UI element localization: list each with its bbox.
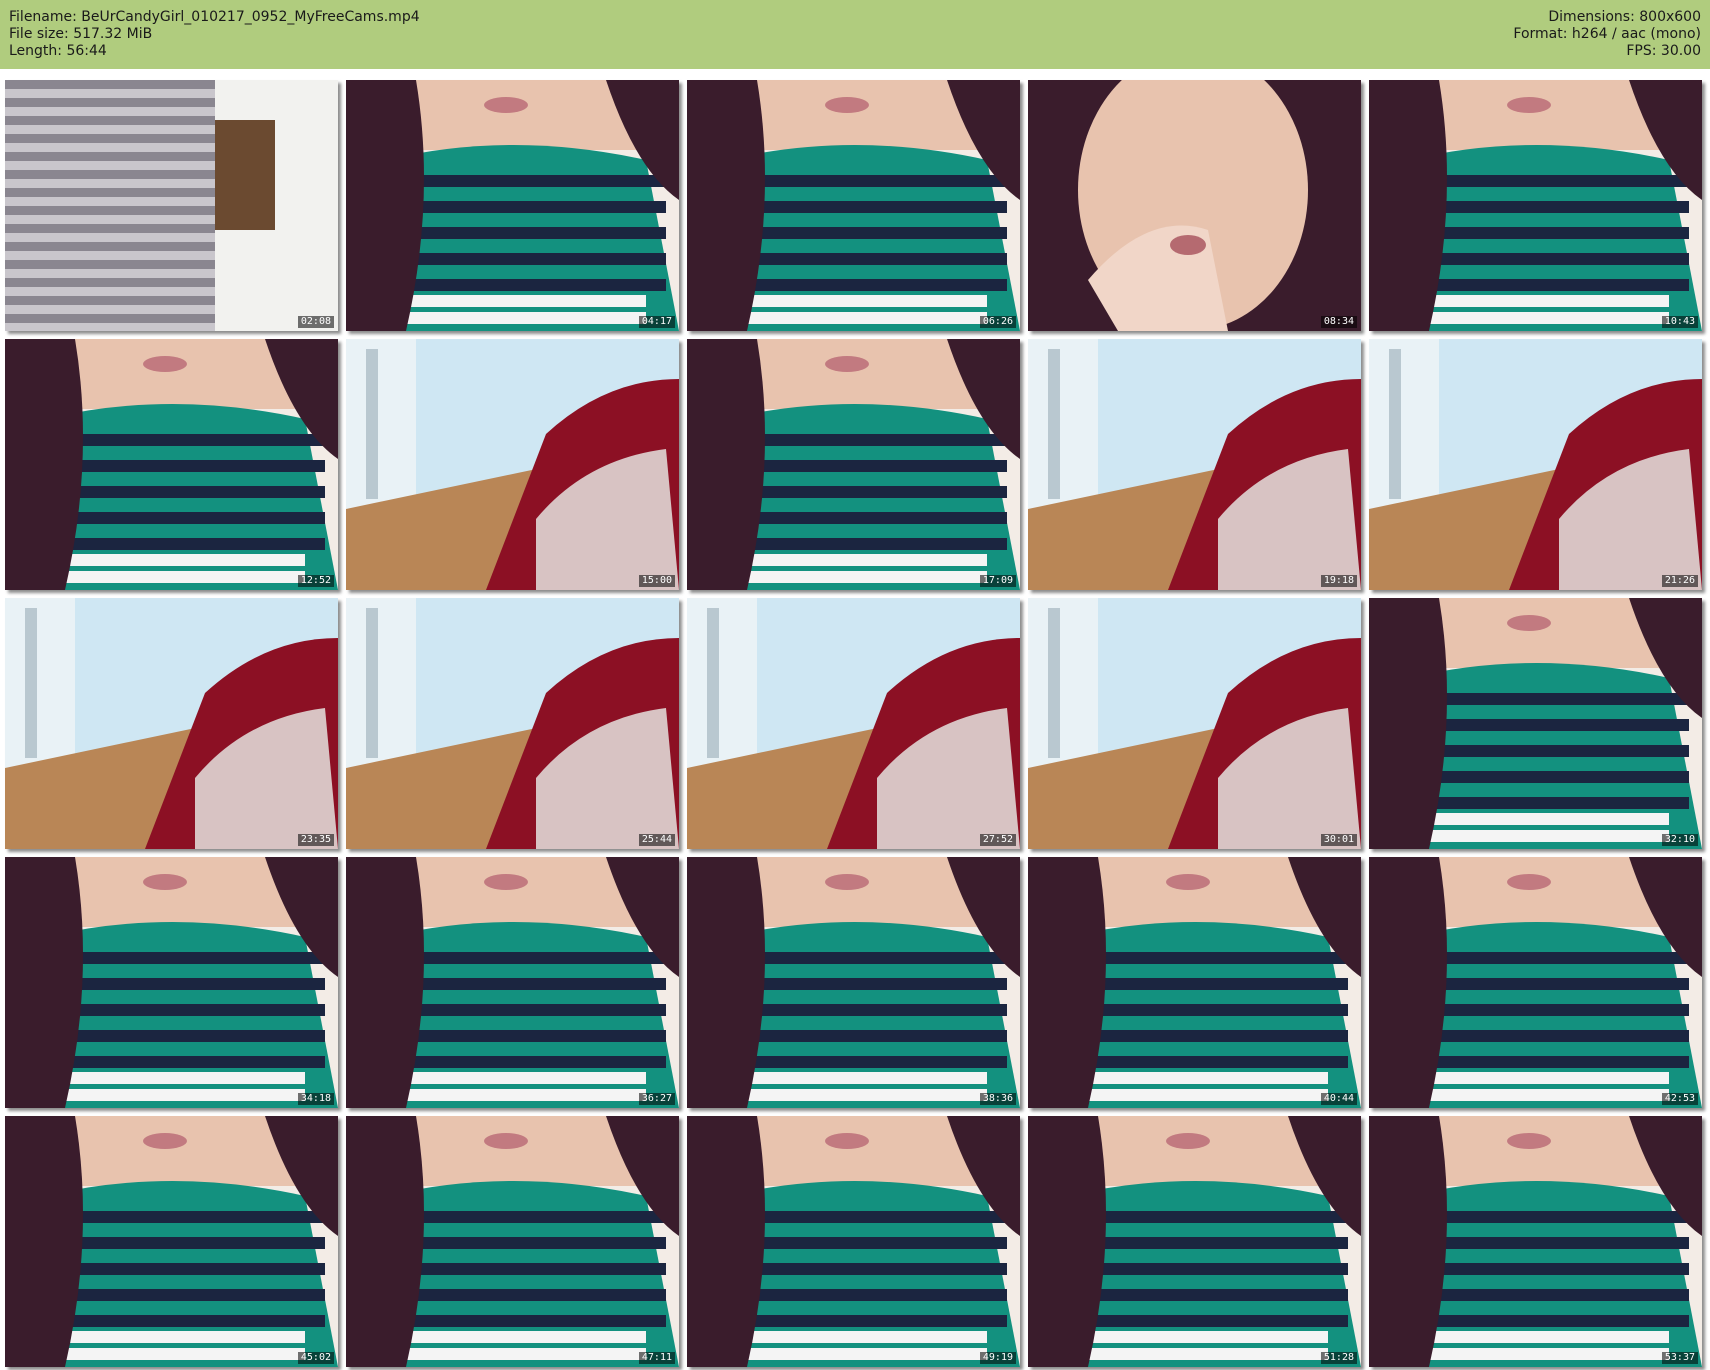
thumbnail-frame-image [1369, 339, 1702, 590]
thumbnail-frame-image [687, 339, 1020, 590]
thumbnail-frame-image [5, 598, 338, 849]
video-thumbnail[interactable]: 08:34 [1028, 80, 1361, 331]
timestamp-label: 19:18 [1320, 575, 1357, 587]
timestamp-label: 49:19 [979, 1352, 1016, 1364]
timestamp-label: 06:26 [979, 316, 1016, 328]
timestamp-label: 27:52 [979, 834, 1016, 846]
file-info-left: Filename: BeUrCandyGirl_010217_0952_MyFr… [9, 9, 420, 60]
thumbnail-frame-image [687, 80, 1020, 331]
timestamp-label: 17:09 [979, 575, 1016, 587]
video-thumbnail[interactable]: 21:26 [1369, 339, 1702, 590]
thumbnail-frame-image [687, 598, 1020, 849]
thumbnail-frame-image [687, 857, 1020, 1108]
video-thumbnail[interactable]: 30:01 [1028, 598, 1361, 849]
thumbnail-frame-image [1028, 857, 1361, 1108]
timestamp-label: 53:37 [1661, 1352, 1698, 1364]
video-thumbnail[interactable]: 51:28 [1028, 1116, 1361, 1367]
thumbnail-frame-image [5, 80, 338, 331]
fps-text: FPS: 30.00 [1626, 43, 1701, 59]
video-thumbnail[interactable]: 10:43 [1369, 80, 1702, 331]
video-thumbnail[interactable]: 40:44 [1028, 857, 1361, 1108]
thumbnail-frame-image [1369, 80, 1702, 331]
video-thumbnail[interactable]: 38:36 [687, 857, 1020, 1108]
info-header: Filename: BeUrCandyGirl_010217_0952_MyFr… [0, 0, 1710, 69]
timestamp-label: 42:53 [1661, 1093, 1698, 1105]
timestamp-label: 32:10 [1661, 834, 1698, 846]
timestamp-label: 23:35 [297, 834, 334, 846]
timestamp-label: 34:18 [297, 1093, 334, 1105]
timestamp-label: 40:44 [1320, 1093, 1357, 1105]
thumbnail-grid: 02:08 04:17 06:26 08:34 10:43 12:52 15:00 17:09… [5, 80, 1702, 1367]
video-thumbnail[interactable]: 15:00 [346, 339, 679, 590]
thumbnail-frame-image [1028, 598, 1361, 849]
format-text: Format: h264 / aac (mono) [1513, 26, 1701, 42]
timestamp-label: 21:26 [1661, 575, 1698, 587]
thumbnail-frame-image [687, 1116, 1020, 1367]
timestamp-label: 47:11 [638, 1352, 675, 1364]
video-thumbnail[interactable]: 27:52 [687, 598, 1020, 849]
timestamp-label: 38:36 [979, 1093, 1016, 1105]
timestamp-label: 30:01 [1320, 834, 1357, 846]
timestamp-label: 15:00 [638, 575, 675, 587]
timestamp-label: 36:27 [638, 1093, 675, 1105]
video-thumbnail[interactable]: 04:17 [346, 80, 679, 331]
thumbnail-frame-image [346, 598, 679, 849]
timestamp-label: 04:17 [638, 316, 675, 328]
thumbnail-frame-image [1028, 339, 1361, 590]
timestamp-label: 10:43 [1661, 316, 1698, 328]
timestamp-label: 25:44 [638, 834, 675, 846]
video-thumbnail[interactable]: 17:09 [687, 339, 1020, 590]
video-thumbnail[interactable]: 42:53 [1369, 857, 1702, 1108]
timestamp-label: 02:08 [297, 316, 334, 328]
video-thumbnail[interactable]: 19:18 [1028, 339, 1361, 590]
video-thumbnail[interactable]: 06:26 [687, 80, 1020, 331]
filesize-text: File size: 517.32 MiB [9, 26, 153, 42]
video-thumbnail[interactable]: 25:44 [346, 598, 679, 849]
timestamp-label: 12:52 [297, 575, 334, 587]
video-thumbnail[interactable]: 36:27 [346, 857, 679, 1108]
timestamp-label: 08:34 [1320, 316, 1357, 328]
video-thumbnail[interactable]: 32:10 [1369, 598, 1702, 849]
thumbnail-frame-image [346, 1116, 679, 1367]
length-text: Length: 56:44 [9, 43, 107, 59]
thumbnail-frame-image [5, 857, 338, 1108]
filename-text: Filename: BeUrCandyGirl_010217_0952_MyFr… [9, 9, 420, 25]
video-thumbnail[interactable]: 02:08 [5, 80, 338, 331]
thumbnail-frame-image [5, 1116, 338, 1367]
dimensions-text: Dimensions: 800x600 [1548, 9, 1701, 25]
video-thumbnail[interactable]: 49:19 [687, 1116, 1020, 1367]
thumbnail-frame-image [1369, 1116, 1702, 1367]
video-thumbnail[interactable]: 34:18 [5, 857, 338, 1108]
video-thumbnail[interactable]: 53:37 [1369, 1116, 1702, 1367]
video-thumbnail[interactable]: 47:11 [346, 1116, 679, 1367]
thumbnail-frame-image [1369, 598, 1702, 849]
timestamp-label: 45:02 [297, 1352, 334, 1364]
file-info-right: Dimensions: 800x600 Format: h264 / aac (… [1513, 9, 1701, 60]
video-thumbnail[interactable]: 23:35 [5, 598, 338, 849]
thumbnail-frame-image [346, 339, 679, 590]
thumbnail-frame-image [1028, 1116, 1361, 1367]
video-thumbnail[interactable]: 12:52 [5, 339, 338, 590]
thumbnail-frame-image [346, 80, 679, 331]
video-thumbnail[interactable]: 45:02 [5, 1116, 338, 1367]
thumbnail-frame-image [346, 857, 679, 1108]
thumbnail-frame-image [1369, 857, 1702, 1108]
thumbnail-frame-image [1028, 80, 1361, 331]
thumbnail-frame-image [5, 339, 338, 590]
timestamp-label: 51:28 [1320, 1352, 1357, 1364]
